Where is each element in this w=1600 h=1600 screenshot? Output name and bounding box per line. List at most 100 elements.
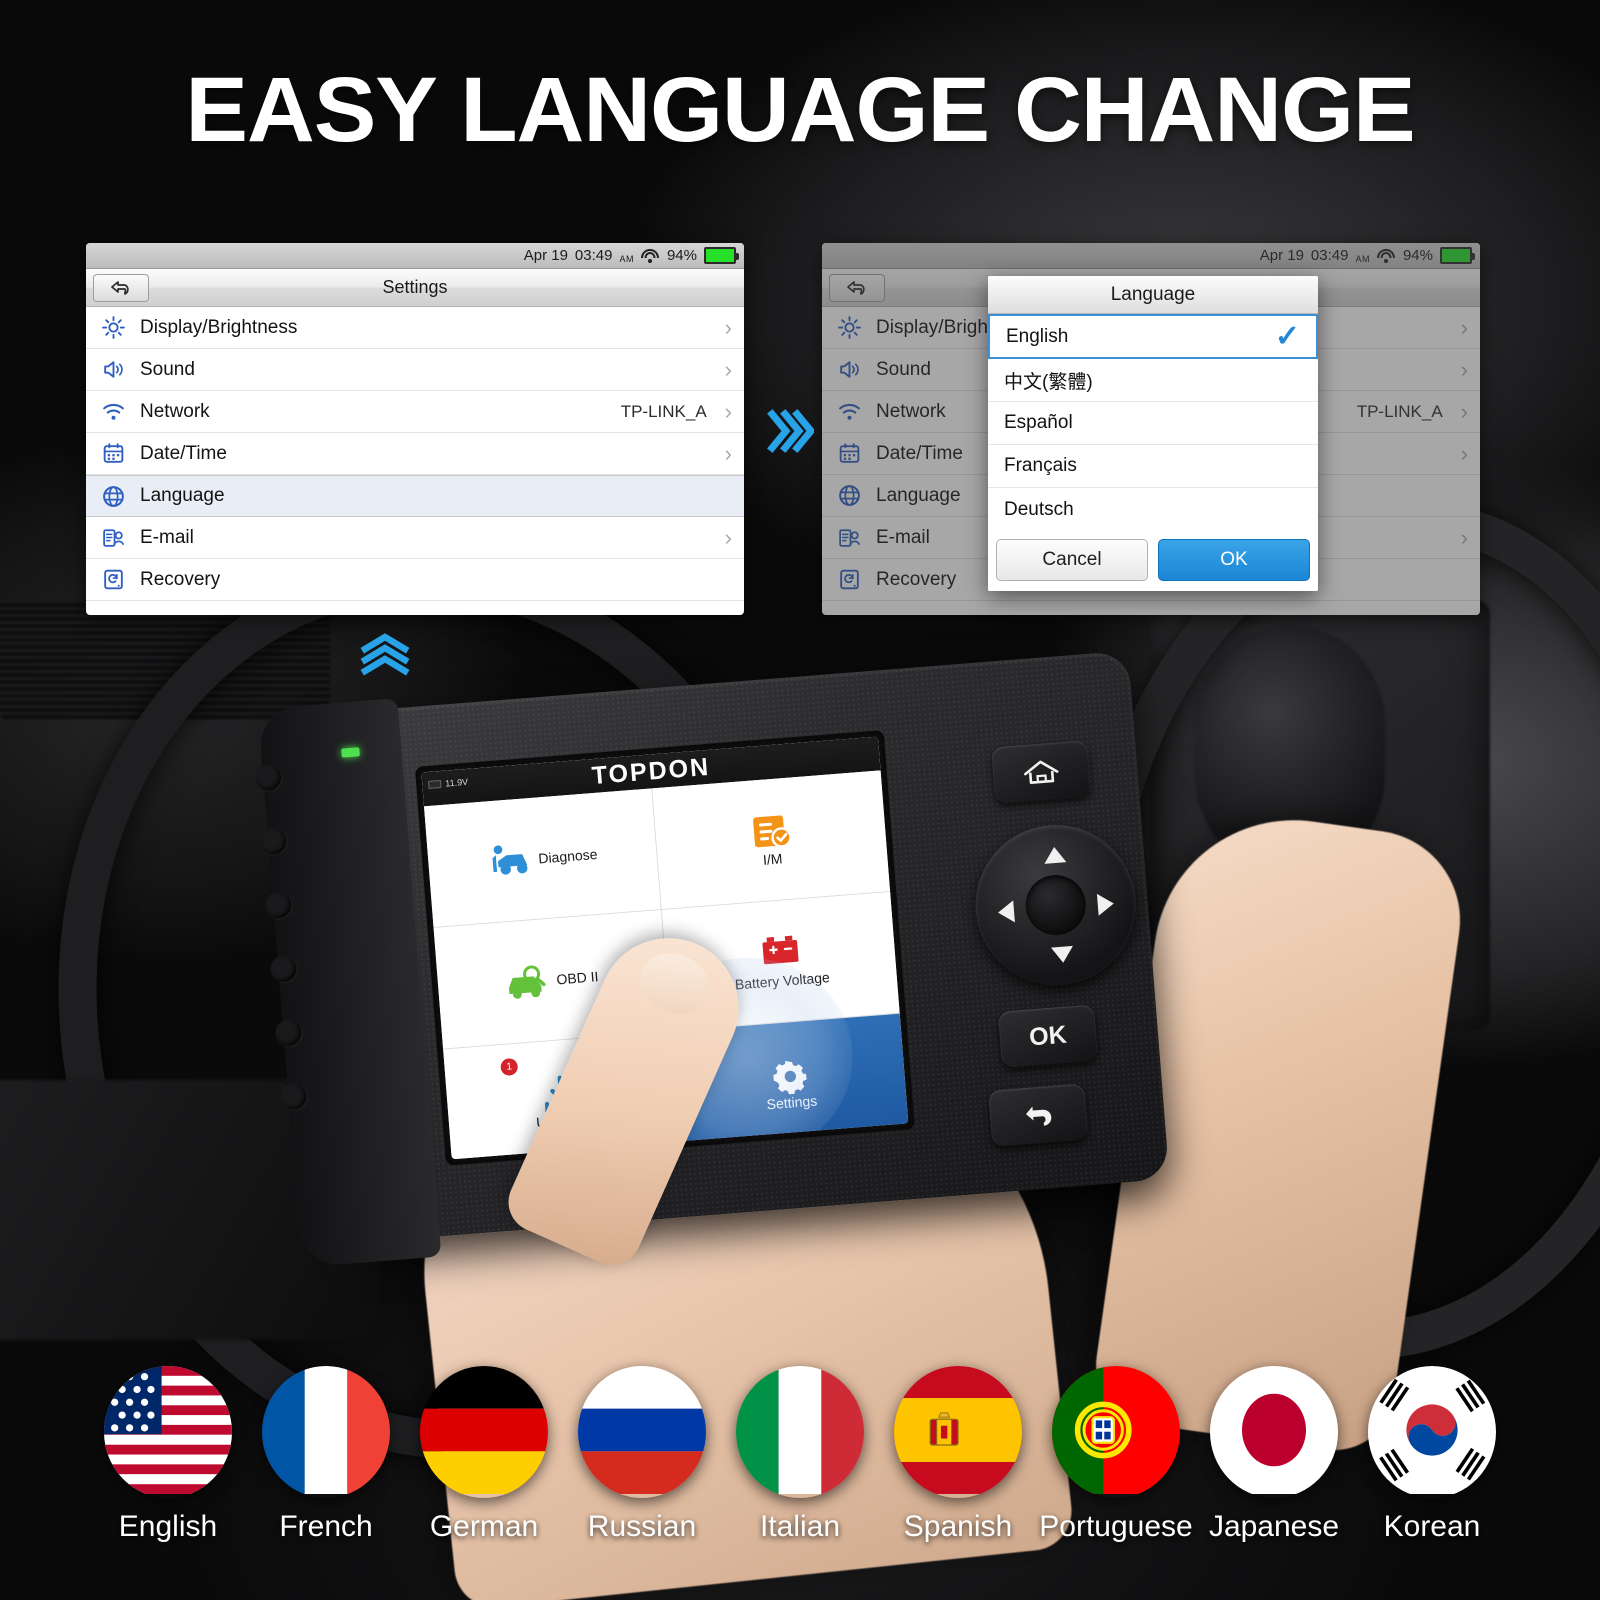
flag-de-icon — [420, 1366, 548, 1498]
language-option-chinese-traditional[interactable]: 中文(繁體) — [988, 359, 1318, 402]
row-label: Language — [140, 485, 225, 506]
option-label: Deutsch — [1004, 498, 1074, 520]
language-option-english[interactable]: English ✓ — [988, 314, 1318, 359]
battery-voltage-icon — [758, 932, 803, 971]
row-label: Date/Time — [140, 442, 227, 464]
status-battery-percent: 94% — [666, 247, 697, 264]
flag-item-english: English — [89, 1366, 247, 1544]
page-title: EASY LANGUAGE CHANGE — [185, 59, 1415, 161]
flag-item-russian: Russian — [563, 1366, 721, 1544]
device-body: 11.9V TOPDON Feb 5 02:48 AM 92% Diagnose… — [254, 650, 1170, 1268]
globe-icon — [100, 483, 126, 509]
row-label: Sound — [140, 358, 195, 380]
settings-row-display-brightness[interactable]: Display/Brightness › — [86, 307, 744, 349]
language-option-spanish[interactable]: Español — [988, 402, 1318, 445]
chevron-right-icon: › — [724, 524, 732, 550]
dpad-up-arrow-icon[interactable] — [1043, 846, 1067, 864]
flag-ru-icon — [578, 1366, 706, 1498]
back-key[interactable] — [988, 1083, 1089, 1147]
chevron-up-indicator — [358, 632, 412, 676]
flag-item-spanish: Spanish — [879, 1366, 1037, 1544]
tile-label: Settings — [766, 1092, 818, 1113]
row-label: Network — [140, 400, 210, 422]
flag-label: Russian — [587, 1510, 697, 1543]
flag-item-portuguese: Portuguese — [1037, 1366, 1195, 1544]
option-label: Español — [1004, 412, 1073, 433]
ok-key[interactable]: OK — [997, 1004, 1098, 1068]
settings-row-email[interactable]: E-mail › — [86, 517, 744, 559]
settings-row-network[interactable]: Network TP-LINK_A › — [86, 391, 744, 433]
settings-row-language[interactable]: Language — [86, 475, 744, 517]
flag-us-icon — [104, 1366, 232, 1498]
dpad-key[interactable] — [969, 819, 1142, 992]
recovery-disk-icon — [100, 567, 126, 593]
option-label: English — [1006, 325, 1069, 347]
language-option-french[interactable]: Français — [988, 445, 1318, 488]
calendar-icon — [100, 441, 126, 467]
flag-label: English — [118, 1510, 218, 1543]
device-keypad: OK — [957, 740, 1166, 1147]
dpad-left-arrow-icon[interactable] — [997, 900, 1015, 924]
supported-languages-strip: English French German Russian Italian Sp… — [0, 1366, 1600, 1544]
chevron-right-icon: › — [724, 314, 732, 340]
row-value: TP-LINK_A — [620, 401, 707, 421]
dpad-center-button[interactable] — [1023, 872, 1088, 938]
cancel-button[interactable]: Cancel — [996, 539, 1148, 581]
battery-icon — [704, 247, 739, 264]
status-bar: Apr 19 03:49 AM 94% — [86, 243, 744, 269]
language-dialog: Language English ✓ 中文(繁體) Español França… — [988, 276, 1318, 591]
settings-list: Display/Brightness › Sound › Network TP-… — [86, 307, 744, 601]
flag-pt-icon — [1052, 1366, 1180, 1498]
settings-screen-before: Apr 19 03:49 AM 94% Settings Display/Bri… — [86, 243, 744, 615]
flag-label: Italian — [759, 1510, 841, 1543]
home-icon — [1024, 760, 1059, 784]
lcd-status-bar: Feb 5 02:48 AM 92% — [764, 1138, 905, 1160]
lcd-status-time: 02:48 — [795, 1145, 822, 1159]
dpad-right-arrow-icon[interactable] — [1096, 892, 1115, 916]
ok-button[interactable]: OK — [1158, 539, 1310, 581]
chevron-right-icon: › — [724, 398, 732, 424]
im-readiness-icon — [748, 811, 793, 850]
menu-tile-diagnose[interactable]: Diagnose — [423, 788, 662, 928]
flag-item-japanese: Japanese — [1195, 1366, 1353, 1544]
option-label: Français — [1004, 455, 1077, 476]
tile-label: OBD II — [555, 967, 599, 987]
flag-label: German — [429, 1510, 539, 1543]
flag-it-icon — [736, 1366, 864, 1498]
flag-jp-icon — [1210, 1366, 1338, 1498]
dpad-down-arrow-icon[interactable] — [1051, 945, 1075, 964]
language-option-german[interactable]: Deutsch — [988, 488, 1318, 531]
option-label: 中文(繁體) — [1004, 371, 1093, 393]
voltage-readout: 11.9V — [428, 776, 469, 790]
flag-item-french: French — [247, 1366, 405, 1544]
settings-row-recovery[interactable]: Recovery — [86, 559, 744, 601]
tile-label: Battery Voltage — [734, 969, 831, 993]
checkmark-icon: ✓ — [1274, 319, 1300, 353]
row-label: Display/Brightness — [140, 316, 298, 338]
obd2-car-icon — [504, 962, 549, 1001]
tile-label: I/M — [762, 850, 784, 868]
status-ampm: AM — [619, 253, 634, 264]
flag-item-italian: Italian — [721, 1366, 879, 1544]
flag-label: Korean — [1383, 1510, 1481, 1543]
flag-es-icon — [894, 1366, 1022, 1498]
flag-label: Portuguese — [1039, 1510, 1193, 1543]
wifi-icon — [641, 248, 660, 263]
upgrade-badge: 1 — [500, 1057, 519, 1077]
topdon-scanner-device: 11.9V TOPDON Feb 5 02:48 AM 92% Diagnose… — [254, 640, 1212, 1268]
lcd-status-date: Feb 5 — [764, 1147, 792, 1160]
title-bar: Settings — [86, 269, 744, 307]
back-arrow-icon — [1025, 1106, 1052, 1126]
lcd-status-ampm: AM — [825, 1146, 837, 1154]
flag-label: French — [279, 1510, 373, 1543]
menu-tile-im[interactable]: I/M — [652, 770, 891, 911]
settings-row-sound[interactable]: Sound › — [86, 349, 744, 391]
voltage-value: 11.9V — [444, 776, 469, 789]
brightness-icon — [100, 315, 126, 341]
wifi-icon — [840, 1141, 854, 1153]
contact-card-icon — [100, 525, 126, 551]
wifi-icon — [100, 399, 126, 425]
home-key[interactable] — [991, 740, 1092, 804]
status-date: Apr 19 — [523, 247, 568, 264]
settings-row-date-time[interactable]: Date/Time › — [86, 433, 744, 475]
